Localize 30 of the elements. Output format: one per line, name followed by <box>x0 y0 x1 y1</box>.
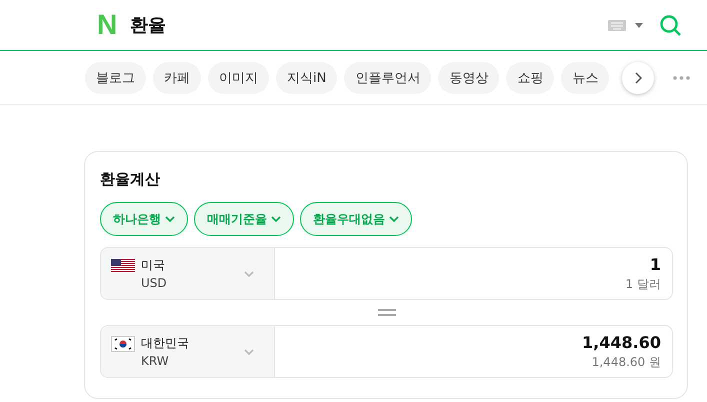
flag-icon <box>111 336 135 352</box>
search-tab[interactable]: 지식iN <box>276 62 338 94</box>
chevron-down-icon <box>389 216 399 222</box>
search-tab[interactable]: 블로그 <box>85 62 146 94</box>
equals-icon <box>378 309 396 316</box>
amount-field[interactable]: 1 <box>650 254 661 274</box>
more-icon[interactable] <box>673 76 690 80</box>
next-button[interactable] <box>622 62 654 94</box>
search-tab[interactable]: 이미지 <box>208 62 269 94</box>
currency-select[interactable]: 미국 USD <box>101 248 275 299</box>
chevron-down-icon <box>244 348 254 354</box>
flag-icon <box>111 258 135 272</box>
search-tab[interactable]: 쇼핑 <box>506 62 554 94</box>
card-title: 환율계산 <box>100 170 161 189</box>
amount-reading: 1,448.60 원 <box>592 354 661 370</box>
search-tab[interactable]: 카페 <box>153 62 201 94</box>
keyboard-icon[interactable] <box>608 20 626 30</box>
amount-reading: 1 달러 <box>626 276 661 292</box>
chevron-down-icon <box>165 216 175 222</box>
search-icon[interactable] <box>660 14 681 36</box>
currency-select[interactable]: 대한민국 KRW <box>101 326 275 377</box>
page-title: 환율 <box>130 14 166 37</box>
search-tab[interactable]: 동영상 <box>438 62 500 94</box>
chevron-down-icon <box>244 270 254 276</box>
chevron-down-icon <box>271 216 281 222</box>
caret-icon[interactable] <box>635 22 643 28</box>
search-tab[interactable]: 뉴스 <box>561 62 610 94</box>
search-tab[interactable]: 인플루언서 <box>344 62 432 94</box>
amount-field[interactable]: 1,448.60 <box>582 332 661 352</box>
chevron-right-icon <box>634 72 642 84</box>
